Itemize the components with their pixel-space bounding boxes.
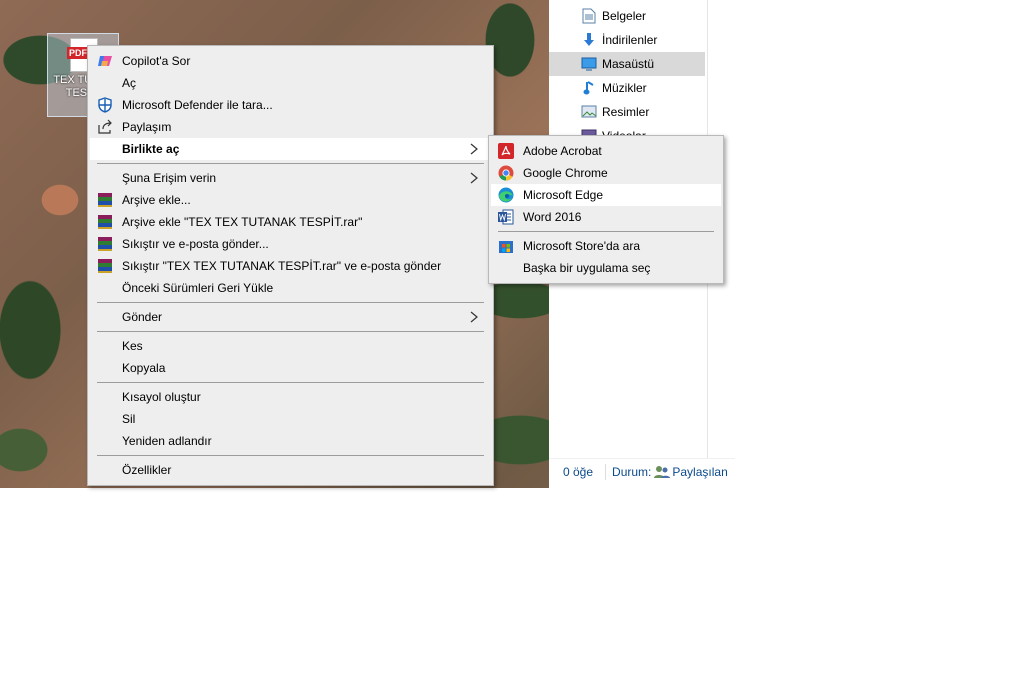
chevron-right-icon bbox=[470, 311, 478, 323]
menu-item-defender-scan[interactable]: Microsoft Defender ile tara... bbox=[90, 94, 491, 116]
menu-item-copilot[interactable]: Copilot'a Sor bbox=[90, 50, 491, 72]
pdf-badge: PDF bbox=[67, 47, 89, 59]
menu-item-label: Arşive ekle "TEX TEX TUTANAK TESPİT.rar" bbox=[122, 215, 363, 229]
menu-item-compress-email[interactable]: Sıkıştır ve e-posta gönder... bbox=[90, 233, 491, 255]
nav-item-label: Masaüstü bbox=[602, 57, 655, 71]
downloads-icon bbox=[581, 32, 597, 48]
nav-item-label: Belgeler bbox=[602, 9, 647, 23]
word-icon bbox=[498, 209, 514, 225]
menu-item-delete[interactable]: Sil bbox=[90, 408, 491, 430]
status-value: Paylaşılan bbox=[672, 465, 728, 479]
desktop-icon bbox=[581, 56, 597, 72]
share-icon bbox=[97, 119, 113, 135]
menu-item-label: Sil bbox=[122, 412, 136, 426]
documents-icon bbox=[581, 8, 597, 24]
menu-separator bbox=[97, 382, 484, 383]
menu-item-label: Microsoft Defender ile tara... bbox=[122, 98, 273, 112]
submenu-item-label: Word 2016 bbox=[523, 210, 582, 224]
open-with-submenu: Adobe Acrobat Google Chrome Microsoft Ed… bbox=[488, 135, 724, 284]
nav-item-label: Resimler bbox=[602, 105, 650, 119]
menu-item-give-access[interactable]: Şuna Erişim verin bbox=[90, 167, 491, 189]
menu-separator bbox=[97, 302, 484, 303]
defender-shield-icon bbox=[97, 97, 113, 113]
nav-item-indirilenler[interactable]: İndirilenler bbox=[549, 28, 705, 52]
menu-separator bbox=[498, 231, 714, 232]
menu-item-label: Kısayol oluştur bbox=[122, 390, 201, 404]
submenu-item-word[interactable]: Word 2016 bbox=[491, 206, 721, 228]
menu-separator bbox=[97, 163, 484, 164]
copilot-icon bbox=[97, 53, 113, 69]
music-icon bbox=[581, 80, 597, 96]
submenu-item-google-chrome[interactable]: Google Chrome bbox=[491, 162, 721, 184]
menu-item-label: Sıkıştır ve e-posta gönder... bbox=[122, 237, 269, 251]
context-menu: Copilot'a Sor Aç Microsoft Defender ile … bbox=[87, 45, 494, 486]
submenu-item-label: Adobe Acrobat bbox=[523, 144, 602, 158]
edge-icon bbox=[498, 187, 514, 203]
menu-item-share[interactable]: Paylaşım bbox=[90, 116, 491, 138]
nav-item-belgeler[interactable]: Belgeler bbox=[549, 4, 705, 28]
menu-item-label: Kopyala bbox=[122, 361, 166, 375]
menu-item-open[interactable]: Aç bbox=[90, 72, 491, 94]
menu-item-label: Birlikte aç bbox=[122, 142, 180, 156]
winrar-icon bbox=[97, 192, 113, 208]
shared-users-icon bbox=[654, 465, 671, 479]
nav-item-label: Müzikler bbox=[602, 81, 647, 95]
menu-item-send-to[interactable]: Gönder bbox=[90, 306, 491, 328]
status-separator bbox=[605, 464, 607, 480]
menu-item-compress-rar-email[interactable]: Sıkıştır "TEX TEX TUTANAK TESPİT.rar" ve… bbox=[90, 255, 491, 277]
item-count: 0 öğe bbox=[563, 465, 594, 479]
menu-item-label: Kes bbox=[122, 339, 143, 353]
status-label: Durum: bbox=[612, 465, 652, 479]
menu-item-restore-versions[interactable]: Önceki Sürümleri Geri Yükle bbox=[90, 277, 491, 299]
submenu-item-microsoft-edge[interactable]: Microsoft Edge bbox=[491, 184, 721, 206]
menu-item-copy[interactable]: Kopyala bbox=[90, 357, 491, 379]
menu-separator bbox=[97, 331, 484, 332]
adobe-acrobat-icon bbox=[498, 143, 514, 159]
nav-item-resimler[interactable]: Resimler bbox=[549, 100, 705, 124]
menu-item-cut[interactable]: Kes bbox=[90, 335, 491, 357]
menu-item-label: Aç bbox=[122, 76, 137, 90]
nav-item-label: İndirilenler bbox=[602, 33, 658, 47]
menu-item-create-shortcut[interactable]: Kısayol oluştur bbox=[90, 386, 491, 408]
menu-item-add-to-rar[interactable]: Arşive ekle "TEX TEX TUTANAK TESPİT.rar" bbox=[90, 211, 491, 233]
submenu-item-label: Microsoft Edge bbox=[523, 188, 604, 202]
winrar-icon bbox=[97, 214, 113, 230]
menu-item-label: Copilot'a Sor bbox=[122, 54, 191, 68]
chevron-right-icon bbox=[470, 143, 478, 155]
submenu-item-label: Microsoft Store'da ara bbox=[523, 239, 641, 253]
status-bar: 0 öğe Durum: Paylaşılan bbox=[549, 458, 735, 485]
menu-item-label: Gönder bbox=[122, 310, 163, 324]
menu-item-label: Arşive ekle... bbox=[122, 193, 191, 207]
menu-item-label: Sıkıştır "TEX TEX TUTANAK TESPİT.rar" ve… bbox=[122, 259, 442, 273]
menu-item-label: Önceki Sürümleri Geri Yükle bbox=[122, 281, 274, 295]
menu-item-label: Paylaşım bbox=[122, 120, 172, 134]
menu-item-label: Yeniden adlandır bbox=[122, 434, 212, 448]
menu-item-label: Özellikler bbox=[122, 463, 172, 477]
chrome-icon bbox=[498, 165, 514, 181]
winrar-icon bbox=[97, 236, 113, 252]
submenu-item-label: Başka bir uygulama seç bbox=[523, 261, 651, 275]
nav-item-muzikler[interactable]: Müzikler bbox=[549, 76, 705, 100]
chevron-right-icon bbox=[470, 172, 478, 184]
submenu-item-search-store[interactable]: Microsoft Store'da ara bbox=[491, 235, 721, 257]
menu-item-open-with[interactable]: Birlikte aç bbox=[90, 138, 491, 160]
menu-item-properties[interactable]: Özellikler bbox=[90, 459, 491, 481]
menu-item-rename[interactable]: Yeniden adlandır bbox=[90, 430, 491, 452]
menu-item-add-to-archive[interactable]: Arşive ekle... bbox=[90, 189, 491, 211]
menu-item-label: Şuna Erişim verin bbox=[122, 171, 217, 185]
store-icon bbox=[498, 238, 514, 254]
nav-item-masaustu[interactable]: Masaüstü bbox=[549, 52, 705, 76]
pictures-icon bbox=[581, 104, 597, 120]
winrar-icon bbox=[97, 258, 113, 274]
submenu-item-label: Google Chrome bbox=[523, 166, 608, 180]
submenu-item-adobe-acrobat[interactable]: Adobe Acrobat bbox=[491, 140, 721, 162]
menu-separator bbox=[97, 455, 484, 456]
submenu-item-choose-another-app[interactable]: Başka bir uygulama seç bbox=[491, 257, 721, 279]
